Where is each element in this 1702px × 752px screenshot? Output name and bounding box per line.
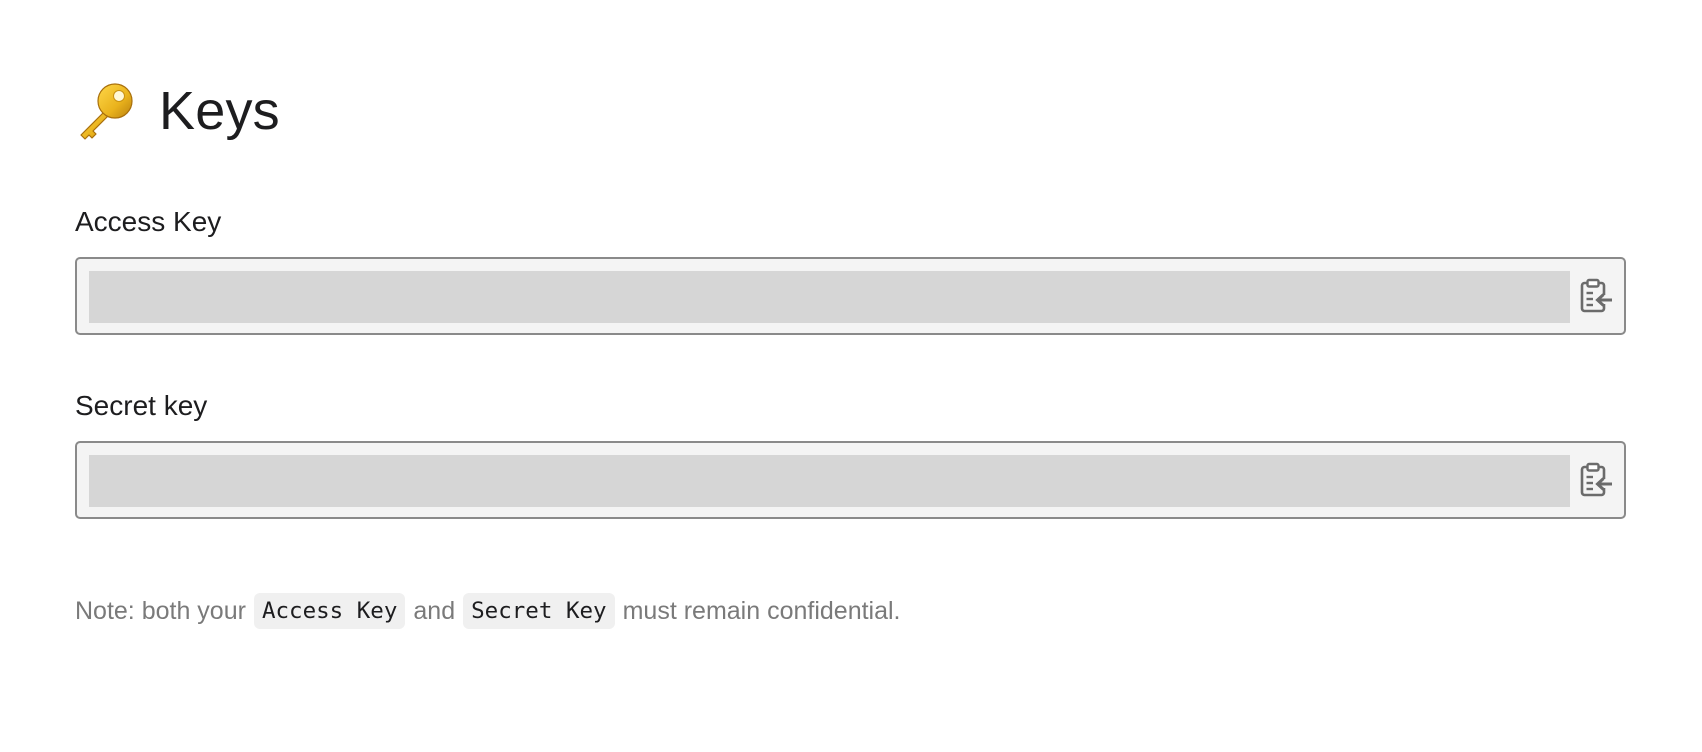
note-access-key-code: Access Key bbox=[253, 593, 406, 629]
note-middle: and bbox=[413, 596, 456, 625]
access-key-field bbox=[75, 257, 1626, 335]
paste-clipboard-icon bbox=[1579, 278, 1613, 317]
secret-key-field bbox=[75, 441, 1626, 519]
key-icon bbox=[75, 81, 135, 141]
note-secret-key-code: Secret Key bbox=[463, 593, 615, 629]
note-suffix: must remain confidential. bbox=[622, 596, 901, 625]
access-key-input[interactable] bbox=[89, 271, 1570, 323]
note-prefix: Note: both your bbox=[75, 596, 246, 625]
access-key-copy-button[interactable] bbox=[1576, 277, 1616, 317]
keys-page: Keys Access Key Secret key Note: both yo… bbox=[75, 78, 1628, 629]
confidentiality-note: Note: both your Access Key and Secret Ke… bbox=[75, 593, 1628, 629]
secret-key-input[interactable] bbox=[89, 455, 1570, 507]
page-header: Keys bbox=[75, 78, 1628, 144]
access-key-label: Access Key bbox=[75, 206, 222, 237]
secret-key-label: Secret key bbox=[75, 390, 208, 421]
paste-clipboard-icon bbox=[1579, 462, 1613, 501]
page-title: Keys bbox=[159, 81, 280, 141]
secret-key-copy-button[interactable] bbox=[1576, 461, 1616, 501]
